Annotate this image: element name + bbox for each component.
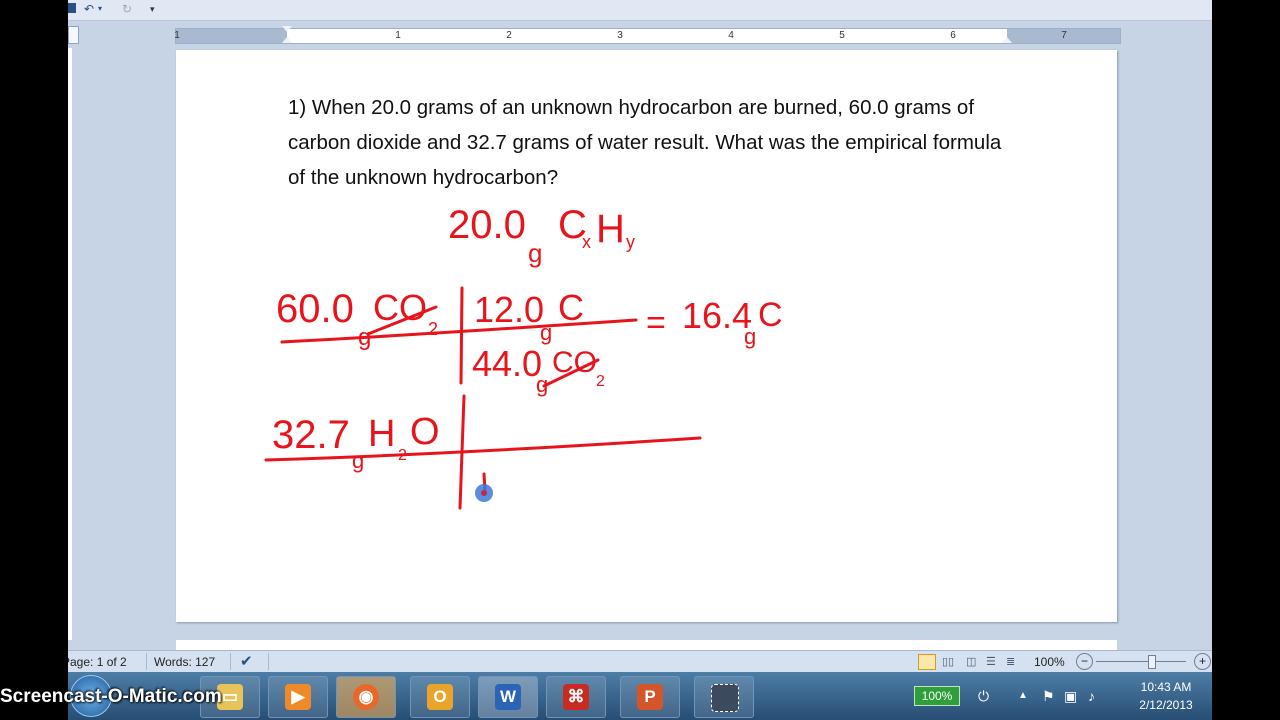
draft-icon[interactable]: ≣ <box>1006 654 1015 670</box>
web-layout-icon[interactable]: ◫ <box>966 654 976 670</box>
ink-subscript-2: 2 <box>596 373 605 390</box>
print-layout-icon[interactable] <box>918 654 936 670</box>
taskbar-powerpoint[interactable]: P <box>620 676 680 718</box>
word-window: ↶ ▾ ↻ ▾ 1 1 2 3 4 5 6 7 1) When 20.0 gra… <box>68 0 1212 720</box>
volume-icon[interactable]: ♪ <box>1088 672 1104 720</box>
ink-numerator: 12.0 <box>474 289 544 330</box>
ink-subscript-y: y <box>626 232 635 252</box>
taskbar-outlook[interactable]: O <box>410 676 470 718</box>
status-bar: Page: 1 of 2 Words: 127 ✔ ▯▯ ◫ ☰ ≣ 100% … <box>68 650 1212 673</box>
word-count[interactable]: Words: 127 <box>154 654 215 670</box>
battery-indicator[interactable]: 100% <box>912 672 960 720</box>
taskbar-word[interactable]: W <box>478 676 538 718</box>
ink-unit-g: g <box>352 448 364 473</box>
play-icon: ▶ <box>285 684 311 710</box>
outlook-icon: O <box>427 684 453 710</box>
ink-total-mass: 20.0 <box>448 203 526 247</box>
ink-subscript-2: 2 <box>428 319 438 339</box>
zoom-in-button[interactable]: + <box>1194 653 1211 670</box>
status-separator <box>268 653 269 670</box>
taskbar-media-player[interactable]: ▶ <box>268 676 328 718</box>
page-count[interactable]: Page: 1 of 2 <box>68 654 127 670</box>
ink-denominator: 44.0 <box>472 343 542 384</box>
taskbar-snipping-tool[interactable] <box>694 676 754 718</box>
letterbox-left <box>0 0 68 720</box>
firefox-icon: ◉ <box>353 684 379 710</box>
ink-subscript-x: x <box>582 232 591 252</box>
ink-carbon: C <box>758 296 783 334</box>
zoom-slider-track[interactable] <box>1096 661 1186 662</box>
ink-unit-g: g <box>744 324 756 349</box>
proofing-icon[interactable]: ✔ <box>240 654 253 670</box>
word-icon: W <box>495 684 521 710</box>
ink-water-o: O <box>410 411 440 453</box>
snipping-icon <box>711 684 739 712</box>
outline-icon[interactable]: ☰ <box>986 654 996 670</box>
ink-carbon-mass: 16.4 <box>682 295 752 336</box>
status-separator <box>230 653 231 670</box>
clock-date: 2/12/2013 <box>1139 698 1193 712</box>
show-hidden-icons[interactable]: ▲ <box>1018 672 1032 720</box>
power-icon[interactable]: ⏻ <box>978 672 994 720</box>
letterbox-right <box>1212 0 1280 720</box>
taskbar-firefox[interactable]: ◉ <box>336 676 396 718</box>
powerpoint-icon: P <box>637 684 663 710</box>
zoom-level[interactable]: 100% <box>1034 654 1065 670</box>
handwriting-ink: 20.0 g C x H y 60.0 g CO 2 12.0 g C 44.0… <box>264 203 783 510</box>
status-separator <box>146 653 147 670</box>
pdf-icon: ⌘ <box>563 684 589 710</box>
flag-icon[interactable]: ⚑ <box>1042 672 1056 720</box>
network-icon[interactable]: ▣ <box>1064 672 1080 720</box>
recorder-watermark: Screencast-O-Matic.com <box>0 686 222 707</box>
clock[interactable]: 10:43 AM 2/12/2013 <box>1128 672 1204 720</box>
battery-percent: 100% <box>914 686 960 706</box>
ink-divider-1 <box>459 286 464 385</box>
ink-unit-g: g <box>540 320 552 345</box>
ink-equals: = <box>646 304 666 342</box>
pen-cursor-tip <box>481 490 487 496</box>
ink-unit-g: g <box>528 238 542 268</box>
ink-water-h: H <box>368 413 395 455</box>
zoom-slider-thumb[interactable] <box>1148 655 1156 669</box>
clock-time: 10:43 AM <box>1140 680 1192 694</box>
taskbar-acrobat[interactable]: ⌘ <box>546 676 606 718</box>
full-screen-reading-icon[interactable]: ▯▯ <box>942 654 954 670</box>
zoom-out-button[interactable]: − <box>1076 653 1093 670</box>
ink-water-mass: 32.7 <box>272 413 350 457</box>
ink-co2-mass: 60.0 <box>276 287 354 331</box>
ink-hydrocarbon-h: H <box>596 207 625 251</box>
ink-carbon: C <box>558 287 584 328</box>
